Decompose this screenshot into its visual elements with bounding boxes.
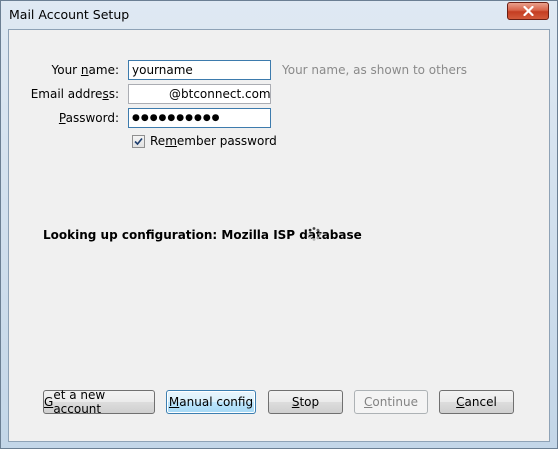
- name-label: Your name:: [51, 63, 119, 77]
- email-label: Email address:: [30, 87, 119, 101]
- continue-button[interactable]: Continue: [354, 390, 428, 414]
- email-input[interactable]: @btconnect.com: [128, 84, 271, 104]
- name-value: yourname: [132, 63, 193, 77]
- cancel-button[interactable]: Cancel: [439, 390, 514, 414]
- manual-config-button[interactable]: Manual config: [166, 390, 256, 414]
- email-value: @btconnect.com: [169, 87, 271, 101]
- loading-spinner-icon: [307, 227, 321, 241]
- stop-button[interactable]: Stop: [268, 390, 343, 414]
- remember-password-checkbox[interactable]: [132, 135, 145, 148]
- title-bar[interactable]: Mail Account Setup: [1, 1, 557, 29]
- close-button[interactable]: [507, 2, 549, 20]
- remember-password-label[interactable]: Remember password: [150, 134, 277, 148]
- password-input[interactable]: ●●●●●●●●●●: [128, 108, 271, 128]
- name-hint: Your name, as shown to others: [282, 63, 468, 77]
- mail-account-setup-window: Mail Account Setup Your name: yourname Y…: [0, 0, 558, 449]
- get-new-account-button[interactable]: Get a new account: [43, 388, 155, 416]
- dialog-body: Your name: yourname Your name, as shown …: [8, 29, 550, 442]
- password-label: Password:: [58, 111, 119, 125]
- close-icon: [522, 6, 534, 16]
- password-value: ●●●●●●●●●●: [132, 113, 221, 123]
- window-title: Mail Account Setup: [9, 7, 130, 22]
- checkmark-icon: [134, 137, 143, 146]
- name-input[interactable]: yourname: [128, 60, 271, 80]
